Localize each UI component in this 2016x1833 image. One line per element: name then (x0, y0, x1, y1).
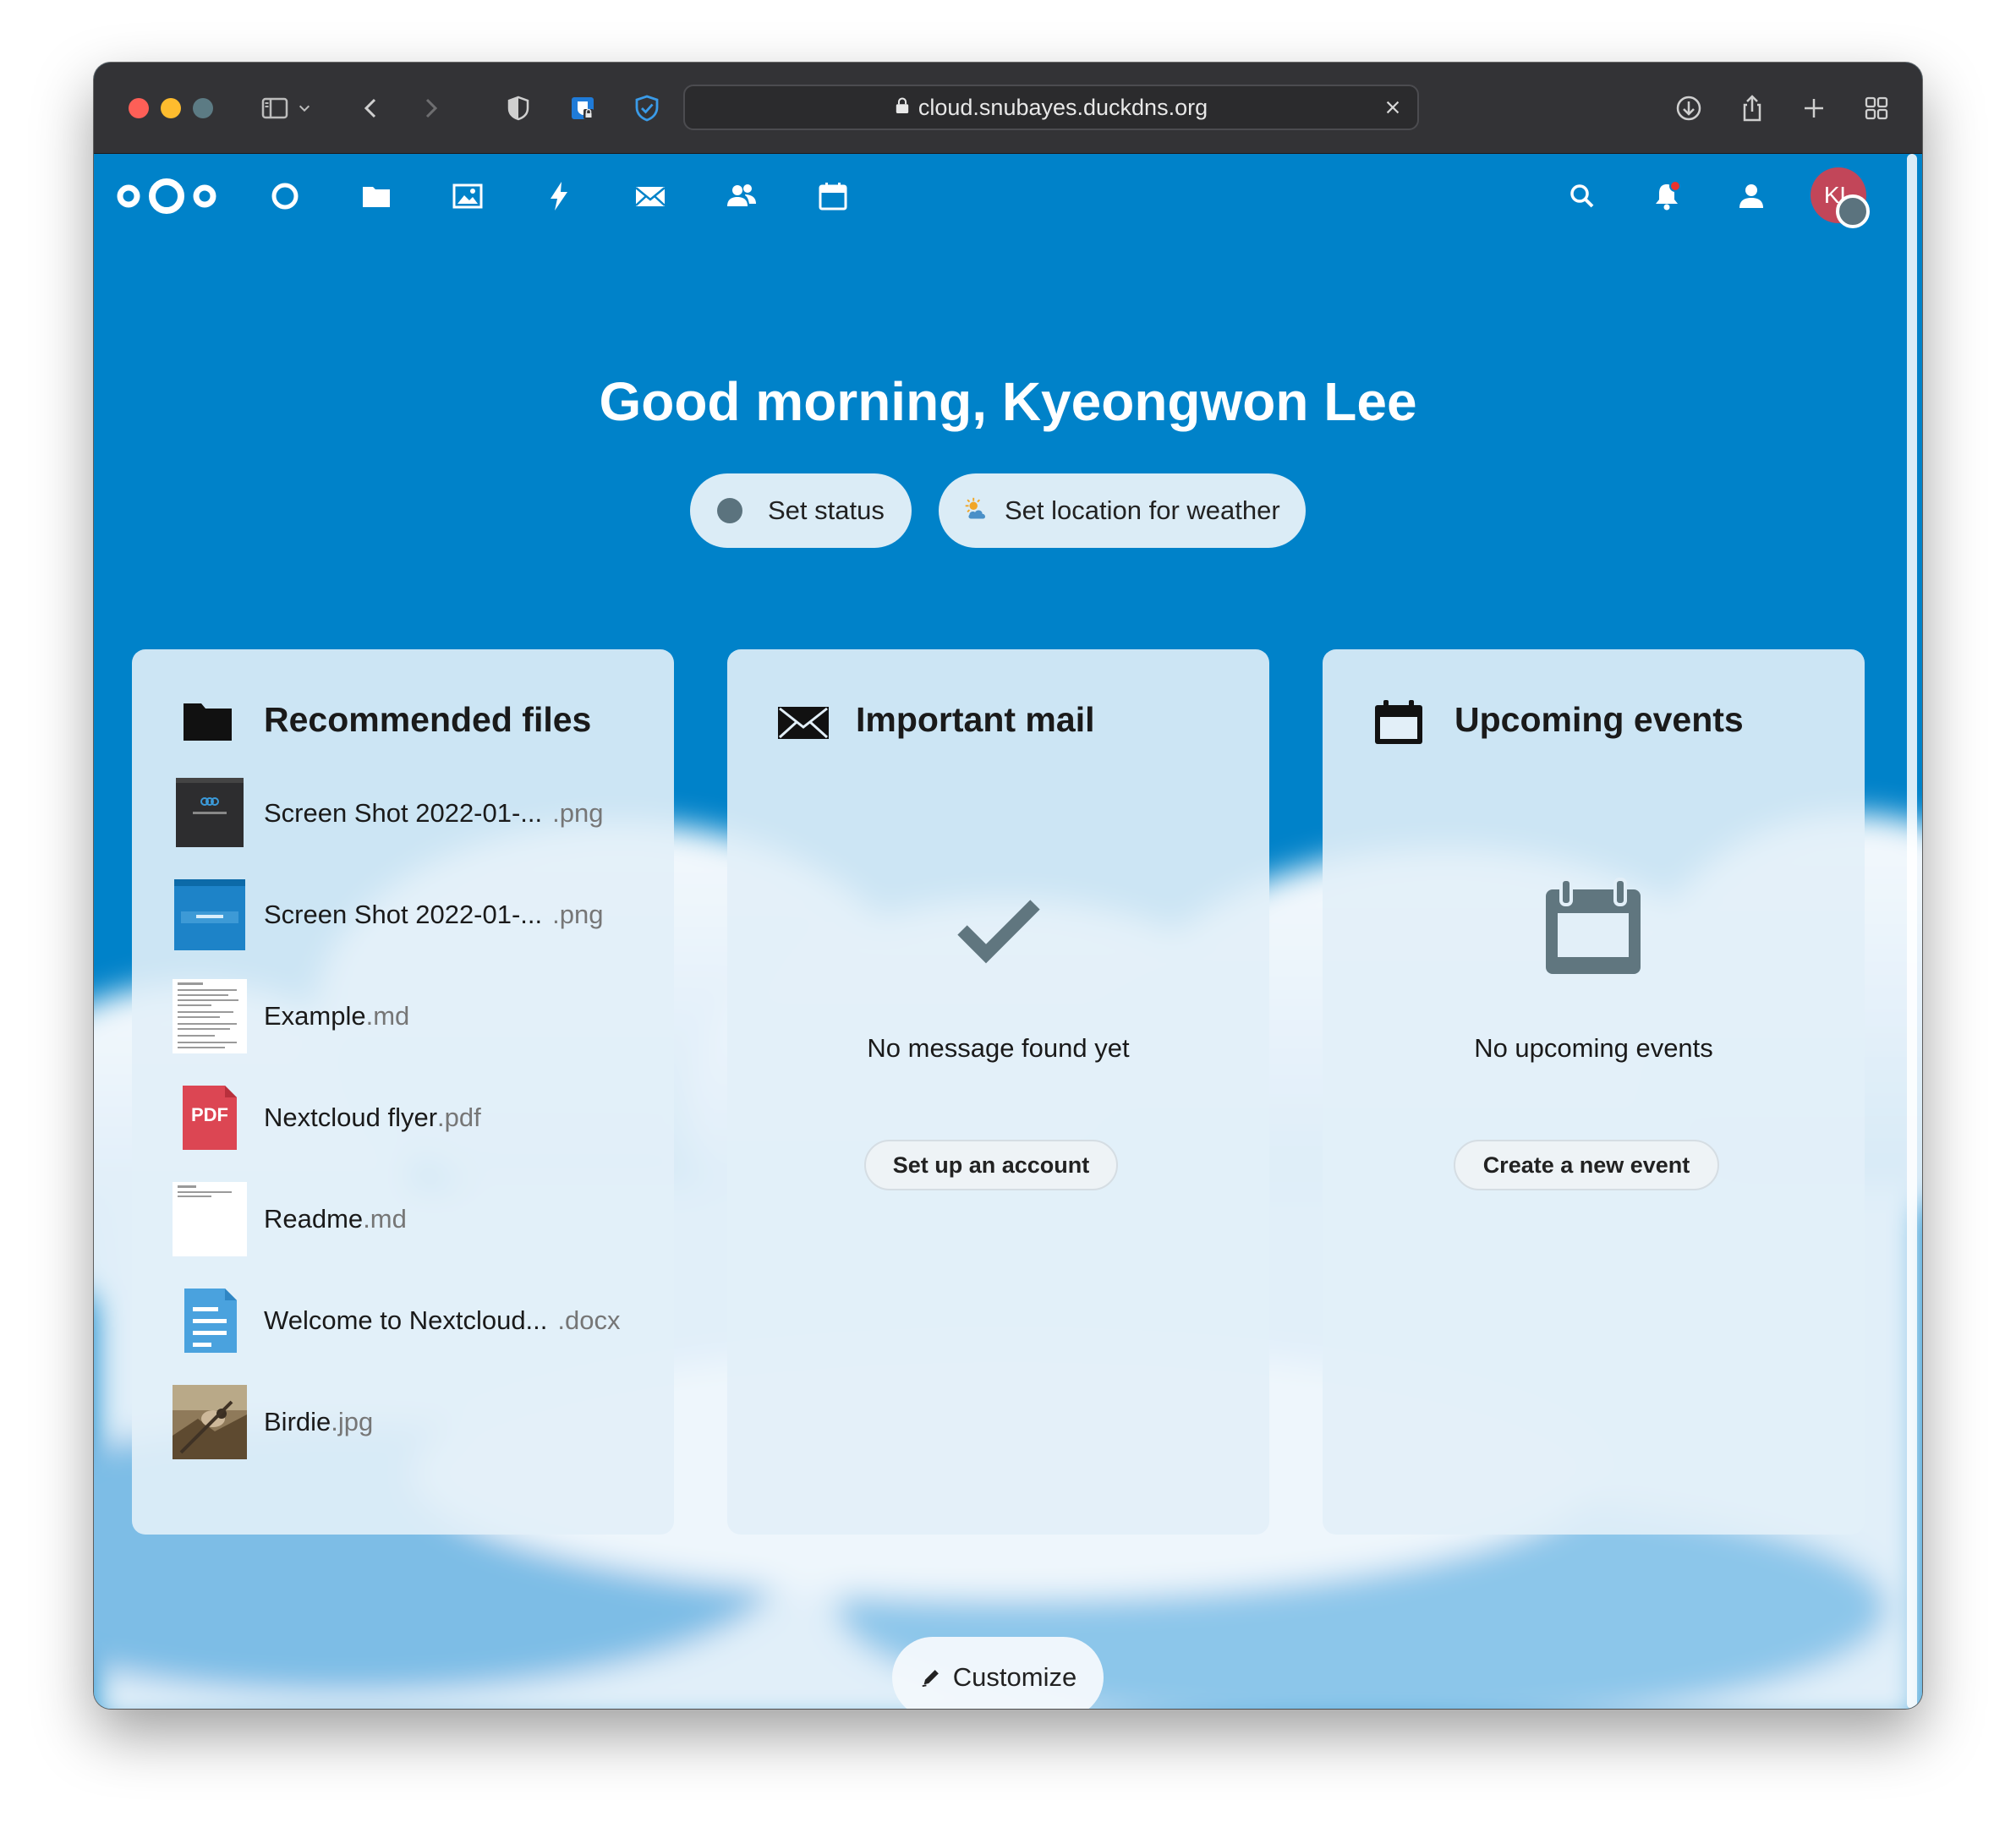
events-empty-message: No upcoming events (1474, 1033, 1713, 1063)
file-name: Welcome to Nextcloud... (264, 1305, 548, 1335)
file-item[interactable]: Screen Shot 2022-01-... .png (173, 874, 646, 955)
checkmark-icon (947, 878, 1049, 979)
nextcloud-logo-icon[interactable] (114, 172, 219, 220)
calendar-empty-icon (1542, 878, 1644, 979)
file-name: Nextcloud flyer (264, 1103, 438, 1132)
folder-icon (181, 698, 235, 746)
url-text: cloud.snubayes.duckdns.org (918, 94, 1208, 120)
lightning-icon[interactable] (535, 172, 583, 220)
share-icon[interactable] (1732, 88, 1772, 129)
file-item[interactable]: Birdie .jpg (173, 1382, 646, 1463)
customize-label: Customize (952, 1662, 1077, 1692)
file-extension: .jpg (331, 1407, 374, 1436)
user-status-indicator (1836, 194, 1870, 228)
notifications-bell-icon[interactable] (1643, 172, 1690, 220)
set-status-button[interactable]: Set status (690, 473, 912, 548)
customize-button[interactable]: Customize (892, 1637, 1104, 1709)
zoom-window-button[interactable] (193, 98, 213, 118)
document-thumbnail (173, 979, 247, 1053)
back-icon[interactable] (351, 88, 392, 129)
create-event-button[interactable]: Create a new event (1454, 1140, 1719, 1190)
calendar-icon[interactable] (809, 172, 857, 220)
pencil-icon (919, 1666, 943, 1689)
mail-icon[interactable] (627, 172, 674, 220)
file-item[interactable]: Example .md (173, 976, 646, 1057)
forward-icon[interactable] (410, 88, 451, 129)
file-extension: .md (363, 1204, 407, 1234)
browser-toolbar: cloud.snubayes.duckdns.org (94, 63, 1922, 154)
file-extension: .docx (557, 1305, 621, 1335)
tab-overview-icon[interactable] (1856, 88, 1897, 129)
new-tab-icon[interactable] (1794, 88, 1834, 129)
set-status-label: Set status (768, 495, 885, 525)
search-icon[interactable] (1559, 172, 1606, 220)
file-item[interactable]: Readme .md (173, 1179, 646, 1260)
file-extension: .md (365, 1001, 410, 1031)
chevron-down-icon[interactable] (292, 88, 317, 129)
file-item[interactable]: Welcome to Nextcloud... .docx (173, 1280, 646, 1361)
document-thumbnail (173, 1182, 247, 1256)
shield-check-extension-icon[interactable] (627, 88, 667, 129)
contacts-icon[interactable] (718, 172, 765, 220)
important-mail-widget: Important mail No message found yet Set … (727, 649, 1269, 1535)
file-item[interactable]: Screen Shot 2022-01-... .png (173, 773, 646, 854)
docx-icon (173, 1283, 247, 1358)
file-extension: .png (552, 798, 604, 828)
sidebar-toggle-icon[interactable] (255, 88, 295, 129)
close-window-button[interactable] (129, 98, 149, 118)
photo-thumbnail (173, 1385, 247, 1459)
file-name: Readme (264, 1204, 364, 1234)
pdf-icon: PDF (173, 1081, 247, 1155)
upcoming-events-widget: Upcoming events No upcoming events Creat… (1323, 649, 1865, 1535)
greeting-heading: Good morning, Kyeongwon Lee (599, 371, 1417, 432)
app-navigation: KL (94, 154, 1922, 238)
downloads-icon[interactable] (1668, 88, 1709, 129)
lock-icon (895, 96, 910, 119)
recommended-files-widget: Recommended files Screen Shot 2022-01-..… (132, 649, 674, 1535)
mail-icon (776, 698, 830, 746)
weather-sun-cloud-icon (961, 495, 993, 527)
recommended-files-title: Recommended files (264, 700, 592, 739)
nextcloud-dashboard: KL Good morning, Kyeongwon Lee Set statu… (94, 154, 1922, 1709)
image-icon[interactable] (444, 172, 491, 220)
calendar-icon (1372, 698, 1426, 746)
mail-empty-message: No message found yet (867, 1033, 1130, 1063)
file-name: Example (264, 1001, 366, 1031)
contacts-menu-icon[interactable] (1728, 172, 1775, 220)
screenshot-thumbnail (173, 878, 247, 952)
file-name: Birdie (264, 1407, 331, 1436)
file-name: Screen Shot 2022-01-... (264, 900, 543, 929)
status-dot-icon (717, 498, 742, 523)
file-extension: .pdf (437, 1103, 481, 1132)
upcoming-events-title: Upcoming events (1454, 700, 1744, 739)
dashboard-icon[interactable] (261, 172, 309, 220)
pdf-badge: PDF (191, 1104, 228, 1125)
file-name: Screen Shot 2022-01-... (264, 798, 543, 828)
address-bar[interactable]: cloud.snubayes.duckdns.org (683, 85, 1419, 130)
set-weather-location-label: Set location for weather (1005, 495, 1280, 525)
set-up-account-button[interactable]: Set up an account (864, 1140, 1118, 1190)
screenshot-thumbnail (173, 776, 247, 851)
file-item[interactable]: PDF Nextcloud flyer .pdf (173, 1077, 646, 1158)
minimize-window-button[interactable] (161, 98, 181, 118)
browser-window: cloud.snubayes.duckdns.org KL Good morni… (94, 63, 1922, 1709)
privacy-shield-icon[interactable] (498, 88, 539, 129)
bitwarden-extension-icon[interactable] (562, 88, 603, 129)
clear-url-icon[interactable] (1380, 95, 1405, 120)
folder-icon[interactable] (353, 172, 400, 220)
set-weather-location-button[interactable]: Set location for weather (939, 473, 1306, 548)
file-extension: .png (552, 900, 604, 929)
important-mail-title: Important mail (856, 700, 1095, 739)
